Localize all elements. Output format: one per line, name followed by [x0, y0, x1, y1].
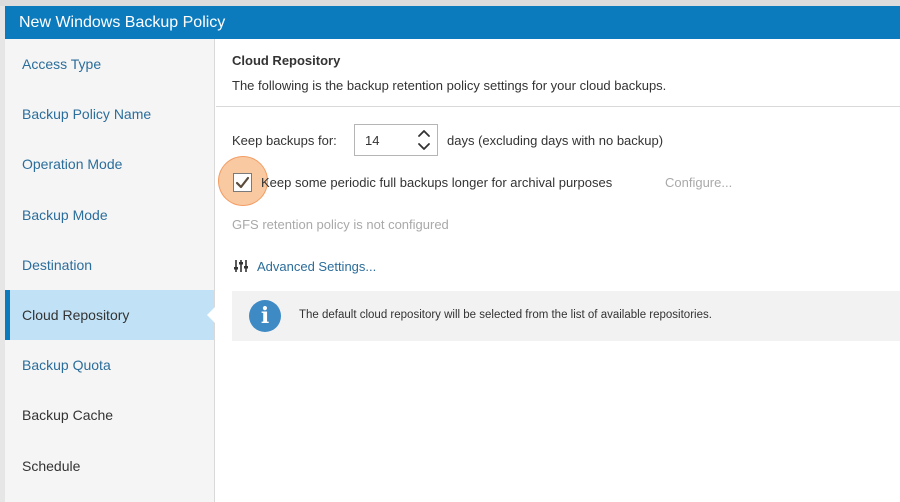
divider	[216, 106, 900, 107]
sidebar-item-backup-mode[interactable]: Backup Mode	[5, 190, 214, 240]
days-label: days (excluding days with no backup)	[447, 133, 664, 148]
sidebar-item-cloud-repository[interactable]: Cloud Repository	[5, 289, 215, 341]
configure-link[interactable]: Configure...	[665, 175, 732, 190]
gfs-status-text: GFS retention policy is not configured	[232, 217, 449, 232]
info-banner: i The default cloud repository will be s…	[232, 291, 900, 341]
info-text: The default cloud repository will be sel…	[299, 309, 712, 321]
advanced-settings-link[interactable]: Advanced Settings...	[257, 259, 376, 274]
keep-backups-label: Keep backups for:	[232, 133, 337, 148]
sidebar-item-backup-cache[interactable]: Backup Cache	[5, 390, 214, 440]
sidebar: Access Type Backup Policy Name Operation…	[5, 39, 215, 502]
archival-checkbox-label[interactable]: Keep some periodic full backups longer f…	[261, 175, 612, 190]
sidebar-item-operation-mode[interactable]: Operation Mode	[5, 139, 214, 189]
keep-backups-value[interactable]: 14	[365, 133, 379, 148]
checkmark-icon	[235, 176, 250, 189]
sliders-icon[interactable]	[233, 258, 249, 274]
sidebar-item-schedule[interactable]: Schedule	[5, 441, 214, 491]
window-title: New Windows Backup Policy	[5, 6, 900, 39]
archival-checkbox[interactable]	[233, 173, 252, 192]
info-icon: i	[249, 300, 281, 332]
keep-backups-stepper[interactable]: 14	[354, 124, 438, 156]
sidebar-item-backup-policy-name[interactable]: Backup Policy Name	[5, 89, 214, 139]
section-description: The following is the backup retention po…	[232, 78, 667, 93]
chevron-up-down-icon[interactable]	[417, 128, 431, 152]
sidebar-item-backup-quota[interactable]: Backup Quota	[5, 340, 214, 390]
section-title: Cloud Repository	[232, 53, 341, 68]
sidebar-item-destination[interactable]: Destination	[5, 240, 214, 290]
main-panel: Cloud Repository The following is the ba…	[216, 39, 900, 502]
sidebar-item-access-type[interactable]: Access Type	[5, 39, 214, 89]
